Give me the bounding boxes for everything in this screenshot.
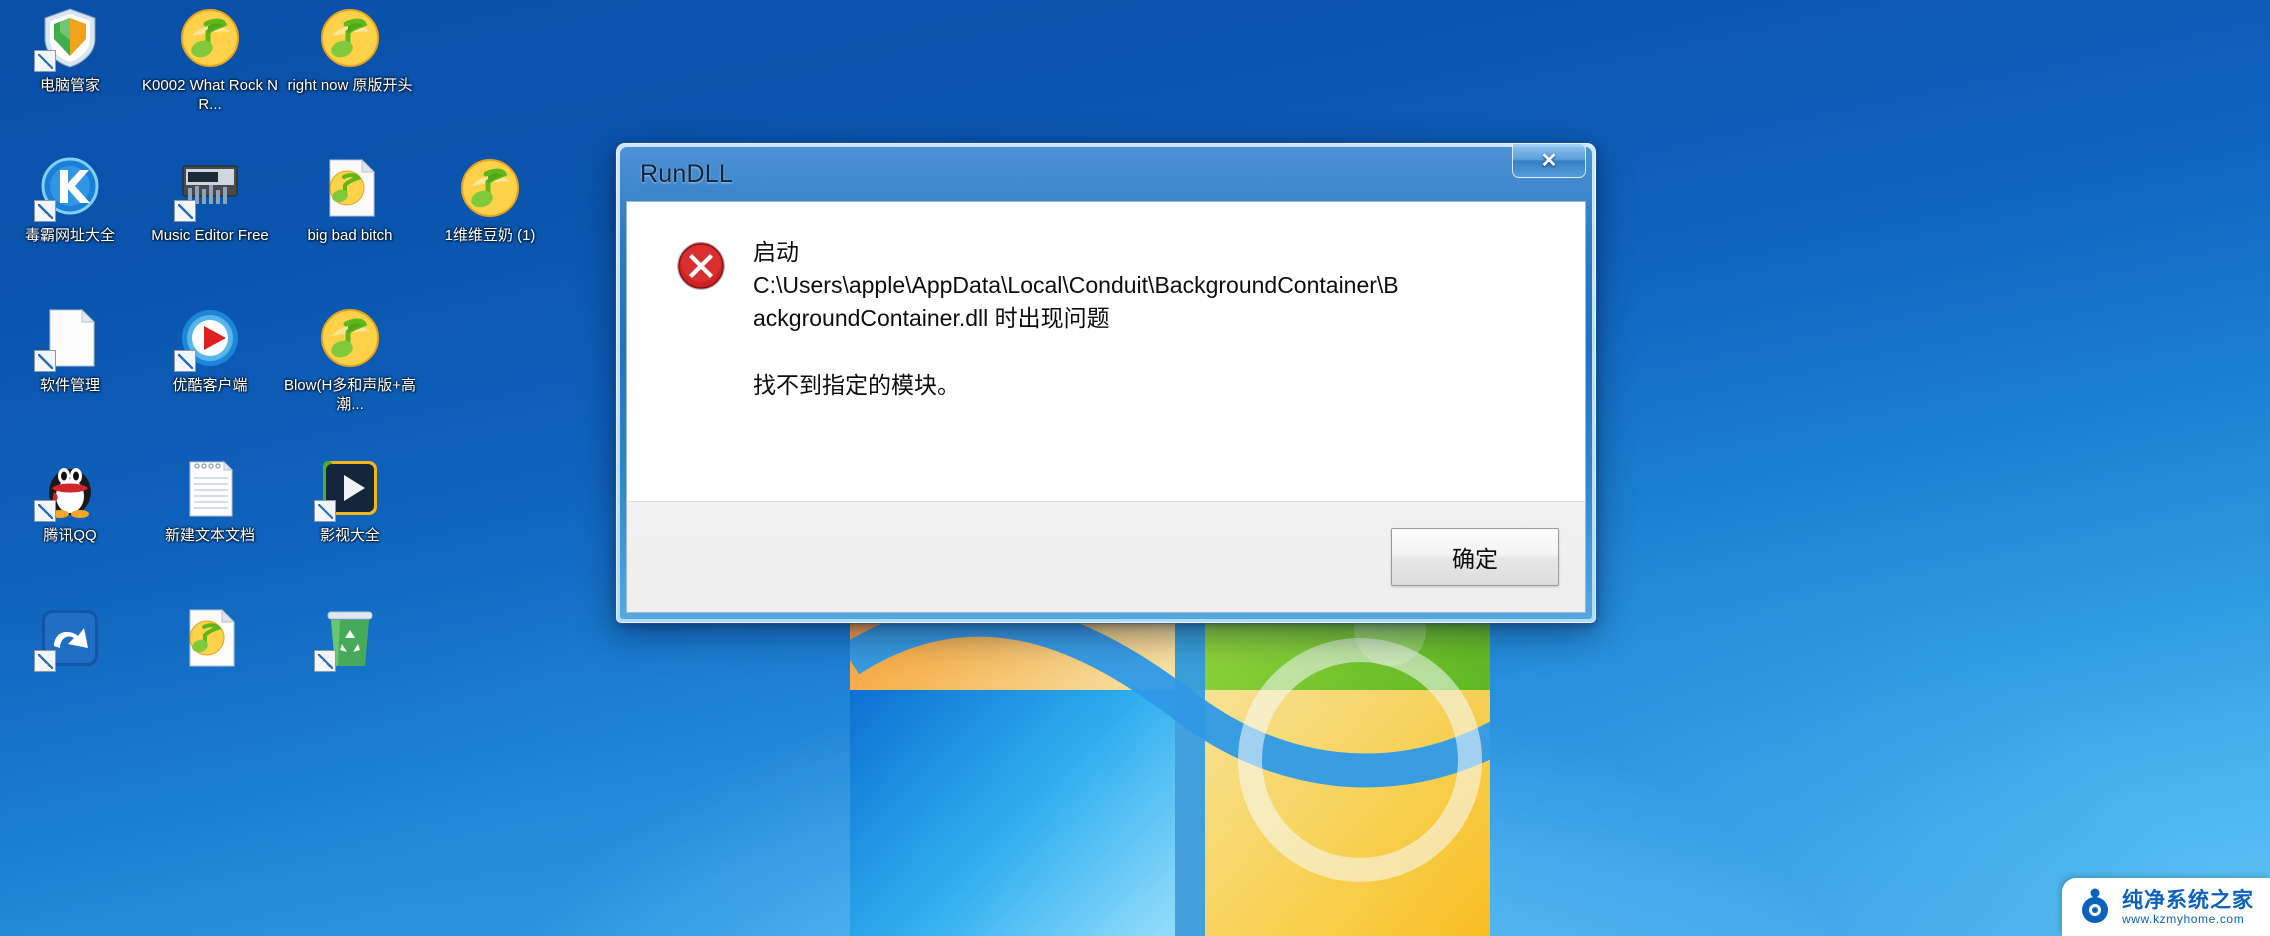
close-icon[interactable]: ✕ xyxy=(1512,144,1586,178)
watermark-title: 纯净系统之家 xyxy=(2122,888,2254,912)
icon-label: 影视大全 xyxy=(319,527,380,544)
desktop-icon-empty xyxy=(420,300,470,450)
desktop-icon-weiwei-doujiang[interactable]: 1维维豆奶 (1) xyxy=(420,150,560,300)
icon-label: 电脑管家 xyxy=(39,77,100,94)
youku-play-icon xyxy=(174,306,242,372)
desktop-icon-blue-arrow-app[interactable] xyxy=(0,600,140,750)
shortcut-arrow-icon xyxy=(174,200,196,222)
icon-label: big bad bitch xyxy=(307,227,393,244)
dialog-title: RunDLL xyxy=(640,159,733,188)
desktop-icon-music-file-bottom[interactable] xyxy=(140,600,280,750)
dialog-message-block: 启动 C:\Users\apple\AppData\Local\Conduit\… xyxy=(753,232,1559,402)
icon-label: 毒霸网址大全 xyxy=(24,227,115,244)
dialog-button-bar: 确定 xyxy=(626,501,1586,613)
desktop-icon-empty xyxy=(420,0,470,150)
message-secondary: 找不到指定的模块。 xyxy=(753,372,960,398)
desktop-icon-k0002[interactable]: K0002 What Rock N R... xyxy=(140,0,280,150)
icon-label: 新建文本文档 xyxy=(164,527,255,544)
message-primary-line3: ackgroundContainer.dll 时出现问题 xyxy=(753,305,1110,331)
shortcut-arrow-icon xyxy=(314,500,336,522)
icon-row: 腾讯QQ 新建文本文档 影视大全 xyxy=(0,450,470,600)
shortcut-arrow-icon xyxy=(314,650,336,672)
shortcut-arrow-icon xyxy=(34,350,56,372)
close-glyph: ✕ xyxy=(1540,149,1558,172)
desktop-icon-software-manager[interactable]: 软件管理 xyxy=(0,300,140,450)
video-play-icon xyxy=(314,456,382,522)
recycle-bin-icon xyxy=(314,606,382,672)
dialog-title-bar[interactable]: RunDLL ✕ xyxy=(626,144,1586,201)
shortcut-arrow-icon xyxy=(34,500,56,522)
desktop-icon-recycle-bin[interactable] xyxy=(280,600,420,750)
shortcut-arrow-icon xyxy=(174,350,196,372)
music-file-icon xyxy=(178,606,242,670)
desktop-icon-youku-client[interactable]: 优酷客户端 xyxy=(140,300,280,450)
shortcut-arrow-icon xyxy=(34,50,56,72)
message-primary-line1: 启动 xyxy=(753,239,799,265)
watermark-url: www.kzmyhome.com xyxy=(2122,911,2245,926)
desktop-icon-music-editor-free[interactable]: Music Editor Free xyxy=(140,150,280,300)
icon-label: 1维维豆奶 (1) xyxy=(444,227,536,244)
message-primary-line2: C:\Users\apple\AppData\Local\Conduit\Bac… xyxy=(753,272,1399,298)
notepad-icon xyxy=(178,456,242,520)
rundll-error-dialog[interactable]: RunDLL ✕ 启动 C:\Users\apple\AppData\Local… xyxy=(616,143,1596,623)
icon-label: Music Editor Free xyxy=(151,227,269,244)
music-note-icon xyxy=(318,6,382,70)
icon-label: 软件管理 xyxy=(39,377,100,394)
desktop-icon-new-text-document[interactable]: 新建文本文档 xyxy=(140,450,280,600)
blue-arrow-app-icon xyxy=(34,606,102,672)
ok-button[interactable]: 确定 xyxy=(1391,528,1559,586)
desktop-icon-blow[interactable]: Blow(H多和声版+高潮... xyxy=(280,300,420,450)
icon-label: 腾讯QQ xyxy=(43,527,97,544)
music-note-icon xyxy=(458,156,522,220)
icon-row xyxy=(0,600,470,750)
qq-penguin-icon xyxy=(34,456,102,522)
desktop-icon-tencent-qq[interactable]: 腾讯QQ xyxy=(0,450,140,600)
desktop-icon-empty xyxy=(420,450,470,600)
site-watermark: 纯净系统之家 www.kzmyhome.com xyxy=(2062,878,2270,936)
music-editor-icon xyxy=(174,156,242,222)
dialog-body: 启动 C:\Users\apple\AppData\Local\Conduit\… xyxy=(626,201,1586,501)
icon-label: Blow(H多和声版+高潮... xyxy=(283,377,417,413)
icon-row: 软件管理 优酷客户端 Blow(H多和声版+高潮... xyxy=(0,300,470,450)
icon-label: 优酷客户端 xyxy=(172,377,248,394)
desktop-icon-pc-manager[interactable]: 电脑管家 xyxy=(0,0,140,150)
desktop-icon-empty xyxy=(420,600,470,750)
icon-label: right now 原版开头 xyxy=(287,77,413,94)
shield-icon xyxy=(34,6,102,72)
document-icon xyxy=(34,306,102,372)
desktop-icon-big-bad-bitch[interactable]: big bad bitch xyxy=(280,150,420,300)
icon-row: 电脑管家 K0002 What Rock N R... right now 原版… xyxy=(0,0,470,150)
desktop-icon-duba-url[interactable]: 毒霸网址大全 xyxy=(0,150,140,300)
kingsoft-k-icon xyxy=(34,156,102,222)
dialog-frame: RunDLL ✕ 启动 C:\Users\apple\AppData\Local… xyxy=(620,144,1592,619)
music-note-icon xyxy=(318,306,382,370)
desktop-icon-grid: 电脑管家 K0002 What Rock N R... right now 原版… xyxy=(0,0,535,750)
watermark-text: 纯净系统之家 www.kzmyhome.com xyxy=(2122,889,2254,926)
watermark-logo-icon xyxy=(2076,886,2114,929)
desktop[interactable]: 电脑管家 K0002 What Rock N R... right now 原版… xyxy=(0,0,2270,936)
icon-row: 毒霸网址大全 Music Editor Free big bad bitch 1… xyxy=(0,150,535,300)
shortcut-arrow-icon xyxy=(34,200,56,222)
icon-label: K0002 What Rock N R... xyxy=(142,77,278,113)
desktop-icon-right-now[interactable]: right now 原版开头 xyxy=(280,0,420,150)
error-icon xyxy=(675,240,727,292)
desktop-icon-video-daquan[interactable]: 影视大全 xyxy=(280,450,420,600)
music-note-icon xyxy=(178,6,242,70)
music-file-icon xyxy=(318,156,382,220)
shortcut-arrow-icon xyxy=(34,650,56,672)
